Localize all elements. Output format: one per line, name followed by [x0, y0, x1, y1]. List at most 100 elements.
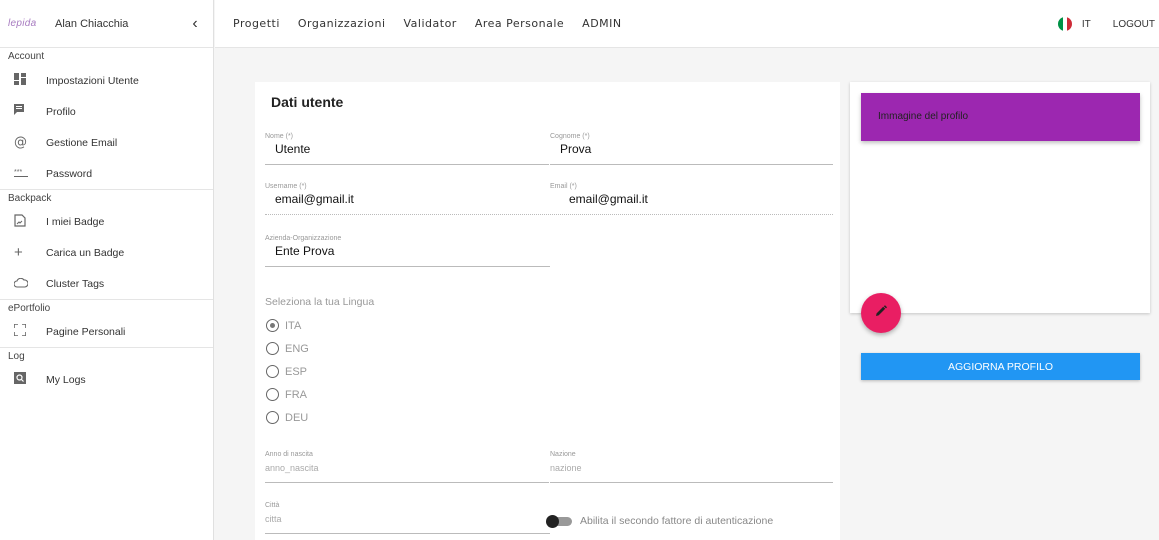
update-profile-button[interactable]: AGGIORNA PROFILO	[861, 353, 1140, 380]
pencil-icon	[875, 304, 887, 322]
sidebar-item-my-logs[interactable]: My Logs	[0, 364, 213, 395]
username-label: Username (*)	[265, 183, 307, 190]
nav-progetti[interactable]: Progetti	[233, 17, 280, 30]
email-value[interactable]: email@gmail.it	[550, 192, 833, 206]
dashboard-icon	[0, 73, 46, 88]
sidebar-item-label: Impostazioni Utente	[46, 74, 139, 87]
cognome-label: Cognome (*)	[550, 133, 590, 140]
azienda-field[interactable]: Azienda-Organizzazione Ente Prova	[265, 235, 550, 267]
anno-nascita-field[interactable]: Anno di nascita anno_nascita	[265, 451, 549, 483]
nome-underline	[265, 164, 549, 165]
radio-label: ITA	[285, 319, 302, 332]
cloud-icon	[0, 276, 46, 291]
citta-underline	[265, 533, 550, 534]
radio-esp[interactable]: ESP	[266, 365, 307, 378]
radio-ita[interactable]: ITA	[266, 319, 301, 332]
nome-field[interactable]: Nome (*) Utente	[265, 133, 549, 165]
azienda-label: Azienda-Organizzazione	[265, 235, 342, 242]
azienda-value[interactable]: Ente Prova	[265, 244, 550, 258]
sidebar-item-label: Cluster Tags	[46, 277, 105, 290]
at-icon: @	[14, 135, 27, 150]
sidebar-item-profilo[interactable]: Profilo	[0, 96, 213, 127]
language-selector[interactable]: IT	[1082, 19, 1091, 30]
section-log: Log	[0, 347, 213, 364]
anno-label: Anno di nascita	[265, 451, 313, 458]
profile-image-title: Immagine del profilo	[878, 111, 969, 122]
cognome-value[interactable]: Prova	[550, 142, 833, 156]
citta-field[interactable]: Città citta	[265, 502, 550, 534]
sidebar: lepida Alan Chiacchia ‹ Account Impostaz…	[0, 0, 214, 540]
sidebar-item-carica-badge[interactable]: + Carica un Badge	[0, 237, 213, 268]
edit-image-button[interactable]	[861, 293, 901, 333]
radio-unchecked-icon	[266, 388, 279, 401]
nav-organizzazioni[interactable]: Organizzazioni	[298, 17, 386, 30]
section-account: Account	[8, 51, 45, 62]
sidebar-item-pagine-personali[interactable]: Pagine Personali	[0, 316, 213, 347]
nav-admin[interactable]: ADMIN	[582, 17, 621, 30]
collapse-icon[interactable]: ‹	[185, 15, 205, 33]
sidebar-header: lepida Alan Chiacchia ‹	[0, 0, 213, 48]
email-field[interactable]: Email (*) email@gmail.it	[550, 183, 833, 215]
citta-placeholder[interactable]: citta	[265, 514, 550, 524]
azienda-underline	[265, 266, 550, 267]
username-underline	[265, 214, 549, 215]
sidebar-item-label: Password	[46, 167, 93, 180]
nazione-field[interactable]: Nazione nazione	[550, 451, 833, 483]
username-field[interactable]: Username (*) email@gmail.it	[265, 183, 549, 215]
username-value[interactable]: email@gmail.it	[265, 192, 549, 206]
sidebar-item-label: Pagine Personali	[46, 325, 126, 338]
radio-checked-icon	[266, 319, 279, 332]
sidebar-item-miei-badge[interactable]: I miei Badge	[0, 206, 213, 237]
radio-label: DEU	[285, 411, 309, 424]
radio-deu[interactable]: DEU	[266, 411, 308, 424]
plus-icon: +	[14, 244, 23, 261]
sidebar-item-label: I miei Badge	[46, 215, 105, 228]
radio-label: ESP	[285, 365, 308, 378]
radio-label: FRA	[285, 388, 307, 401]
sidebar-item-impostazioni[interactable]: Impostazioni Utente	[0, 65, 213, 96]
badge-icon	[0, 213, 46, 230]
svg-text:***: ***	[14, 169, 22, 176]
sidebar-item-label: Gestione Email	[46, 136, 118, 149]
logout-button[interactable]: LOGOUT	[1113, 19, 1155, 30]
radio-unchecked-icon	[266, 411, 279, 424]
sidebar-item-cluster-tags[interactable]: Cluster Tags	[0, 268, 213, 299]
sidebar-item-label: My Logs	[46, 373, 86, 386]
two-factor-label: Abilita il secondo fattore di autenticaz…	[580, 515, 774, 527]
nazione-label: Nazione	[550, 451, 576, 458]
sidebar-item-label: Carica un Badge	[46, 246, 125, 259]
section-eportfolio: ePortfolio	[0, 299, 213, 316]
toggle-switch[interactable]	[546, 514, 572, 528]
profile-image-header: Immagine del profilo	[861, 93, 1140, 141]
card-title: Dati utente	[271, 94, 344, 110]
password-icon: ***	[0, 166, 46, 181]
sidebar-item-label: Profilo	[46, 105, 76, 118]
nav-right: IT LOGOUT	[1057, 0, 1155, 48]
sidebar-item-password[interactable]: *** Password	[0, 158, 213, 189]
radio-eng[interactable]: ENG	[266, 342, 309, 355]
email-underline	[550, 214, 833, 215]
sidebar-item-email[interactable]: @ Gestione Email	[0, 127, 213, 158]
anno-placeholder[interactable]: anno_nascita	[265, 463, 549, 473]
nazione-placeholder[interactable]: nazione	[550, 463, 833, 473]
radio-fra[interactable]: FRA	[266, 388, 307, 401]
top-navigation: Progetti Organizzazioni Validator Area P…	[215, 0, 1159, 48]
logo[interactable]: lepida	[8, 18, 55, 29]
nav-area-personale[interactable]: Area Personale	[475, 17, 564, 30]
citta-label: Città	[265, 502, 280, 509]
anno-underline	[265, 482, 549, 483]
cognome-underline	[550, 164, 833, 165]
language-section-title: Seleziona la tua Lingua	[265, 296, 375, 308]
email-label: Email (*)	[550, 183, 577, 190]
nav-validator[interactable]: Validator	[404, 17, 457, 30]
nome-value[interactable]: Utente	[265, 142, 549, 156]
two-factor-toggle[interactable]: Abilita il secondo fattore di autenticaz…	[546, 514, 774, 528]
user-data-card: Dati utente Nome (*) Utente Cognome (*) …	[255, 82, 840, 540]
log-icon	[0, 372, 46, 387]
fullscreen-icon	[0, 323, 46, 339]
profile-image-card: Immagine del profilo	[850, 82, 1150, 313]
nazione-underline	[550, 482, 833, 483]
italy-flag-icon[interactable]	[1057, 17, 1072, 31]
user-name: Alan Chiacchia	[55, 17, 129, 30]
cognome-field[interactable]: Cognome (*) Prova	[550, 133, 833, 165]
